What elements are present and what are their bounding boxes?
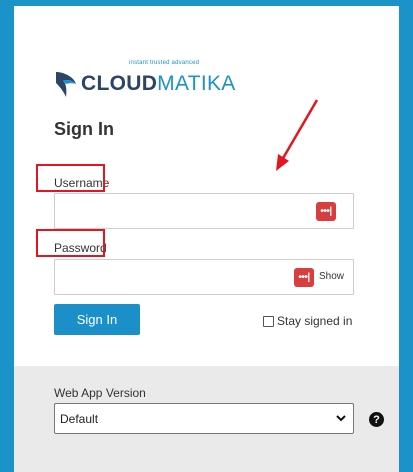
annotation-arrow — [276, 99, 319, 171]
